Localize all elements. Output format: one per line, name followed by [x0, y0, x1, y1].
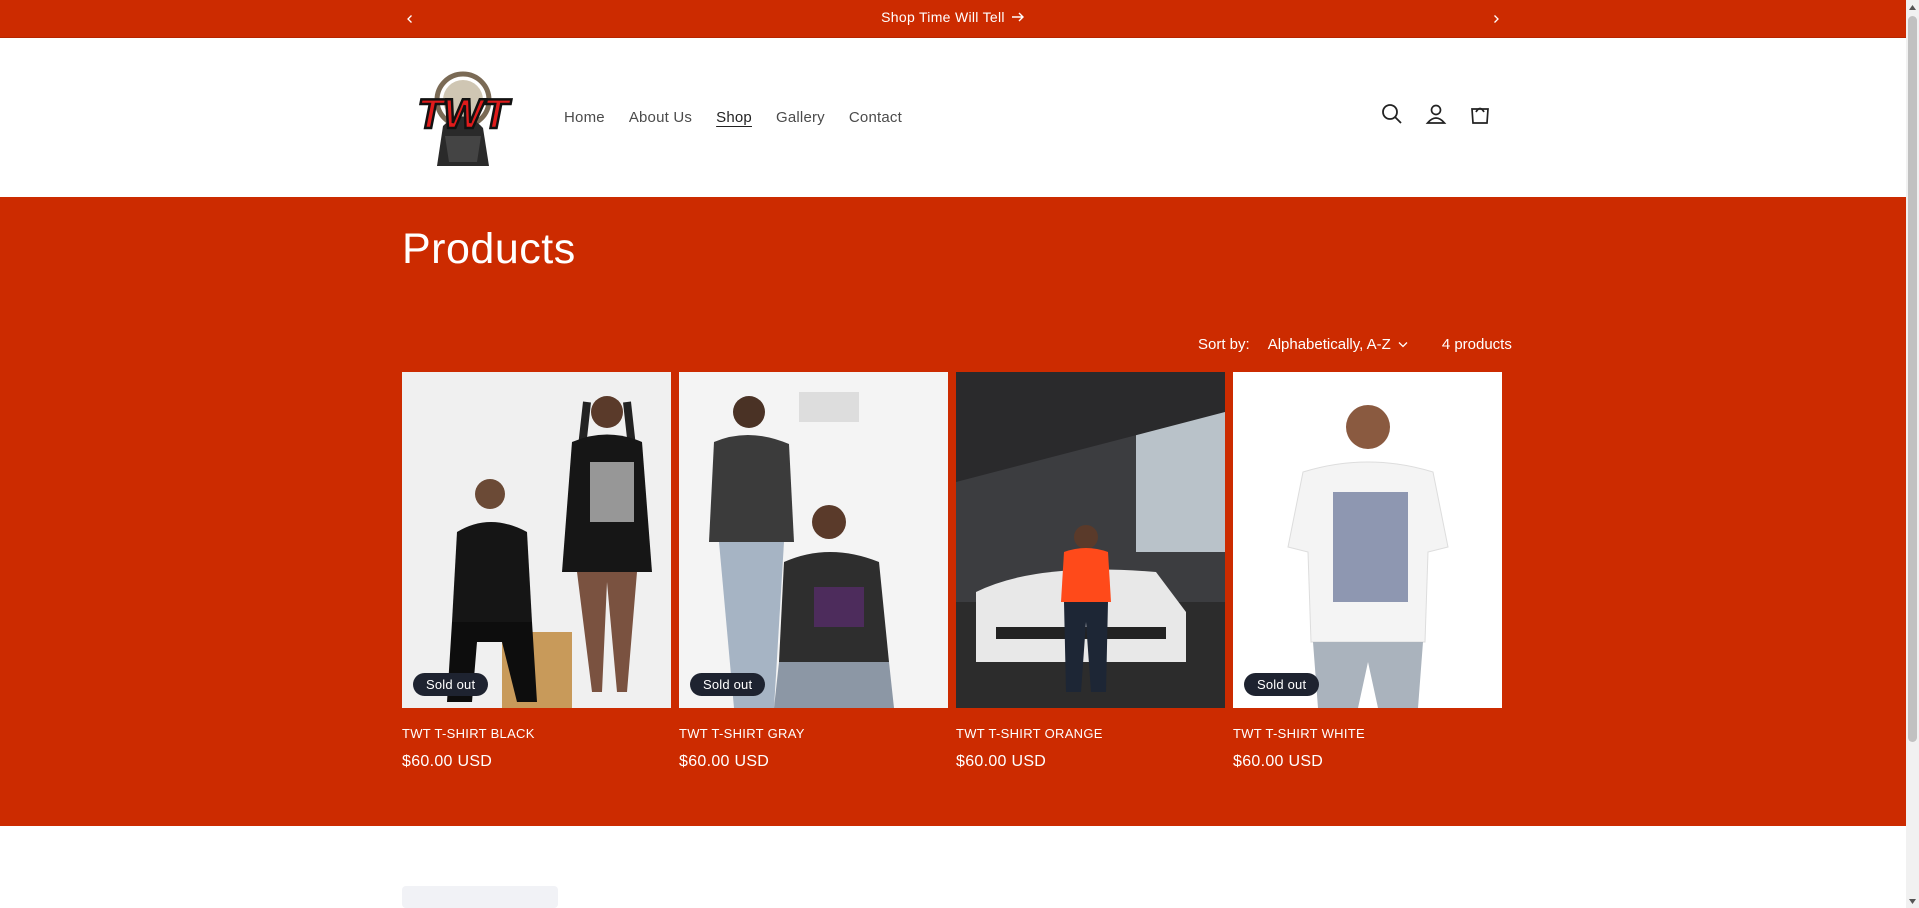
- main-nav: Home About Us Shop Gallery Contact: [552, 38, 914, 197]
- scrollbar[interactable]: [1906, 0, 1919, 908]
- nav-about-us[interactable]: About Us: [629, 109, 692, 126]
- nav-gallery[interactable]: Gallery: [776, 109, 825, 126]
- brand-logo[interactable]: TWT: [403, 66, 523, 170]
- sold-out-badge: Sold out: [413, 673, 489, 696]
- product-image[interactable]: Sold out: [402, 372, 671, 708]
- scroll-down-icon[interactable]: [1906, 894, 1919, 908]
- faded-element: [402, 886, 558, 908]
- product-grid: Sold out TWT T-SHIRT BLACK $60.00 USD So…: [402, 372, 1502, 771]
- scroll-up-icon[interactable]: [1906, 0, 1919, 14]
- product-card[interactable]: Sold out TWT T-SHIRT GRAY $60.00 USD: [679, 372, 948, 771]
- product-card[interactable]: TWT T-SHIRT ORANGE $60.00 USD: [956, 372, 1225, 771]
- collection-toolbar: Sort by: Alphabetically, A-Z 4 products: [1198, 336, 1512, 353]
- cart-icon[interactable]: [1468, 102, 1492, 126]
- header-icons: [1380, 102, 1492, 126]
- product-count: 4 products: [1441, 336, 1512, 353]
- product-name[interactable]: TWT T-SHIRT ORANGE: [956, 726, 1225, 741]
- product-price: $60.00 USD: [1233, 753, 1324, 770]
- product-card[interactable]: Sold out TWT T-SHIRT BLACK $60.00 USD: [402, 372, 671, 771]
- search-icon[interactable]: [1380, 102, 1404, 126]
- chevron-right-icon[interactable]: [1486, 9, 1506, 29]
- page-title: Products: [402, 225, 576, 273]
- chevron-down-icon: [1398, 342, 1408, 348]
- logo-text: TWT: [418, 90, 512, 137]
- product-price: $60.00 USD: [402, 753, 493, 770]
- product-card[interactable]: Sold out TWT T-SHIRT WHITE $60.00 USD: [1233, 372, 1502, 771]
- arrow-right-icon: [1011, 12, 1024, 22]
- nav-home[interactable]: Home: [564, 109, 605, 126]
- product-image[interactable]: Sold out: [1233, 372, 1502, 708]
- scrollbar-thumb[interactable]: [1908, 16, 1917, 742]
- sort-value: Alphabetically, A-Z: [1267, 336, 1391, 353]
- product-name[interactable]: TWT T-SHIRT WHITE: [1233, 726, 1502, 741]
- product-image[interactable]: Sold out: [679, 372, 948, 708]
- collection-section: Products Sort by: Alphabetically, A-Z 4 …: [0, 197, 1906, 826]
- product-image[interactable]: [956, 372, 1225, 708]
- site-header: TWT Home About Us Shop Gallery Contact: [0, 38, 1906, 197]
- announcement-text: Shop Time Will Tell: [881, 8, 1005, 25]
- product-name[interactable]: TWT T-SHIRT BLACK: [402, 726, 671, 741]
- account-icon[interactable]: [1424, 102, 1448, 126]
- product-name[interactable]: TWT T-SHIRT GRAY: [679, 726, 948, 741]
- sold-out-badge: Sold out: [1244, 673, 1320, 696]
- announcement-bar: Shop Time Will Tell: [0, 0, 1906, 38]
- product-price: $60.00 USD: [679, 753, 770, 770]
- sort-select[interactable]: Alphabetically, A-Z: [1268, 336, 1408, 353]
- sold-out-badge: Sold out: [690, 673, 766, 696]
- nav-contact[interactable]: Contact: [849, 109, 902, 126]
- below-fold-section: [0, 826, 1906, 908]
- product-price: $60.00 USD: [956, 753, 1047, 770]
- announcement-link[interactable]: Shop Time Will Tell: [0, 0, 1906, 38]
- nav-shop[interactable]: Shop: [716, 109, 752, 126]
- sort-label: Sort by:: [1198, 336, 1250, 353]
